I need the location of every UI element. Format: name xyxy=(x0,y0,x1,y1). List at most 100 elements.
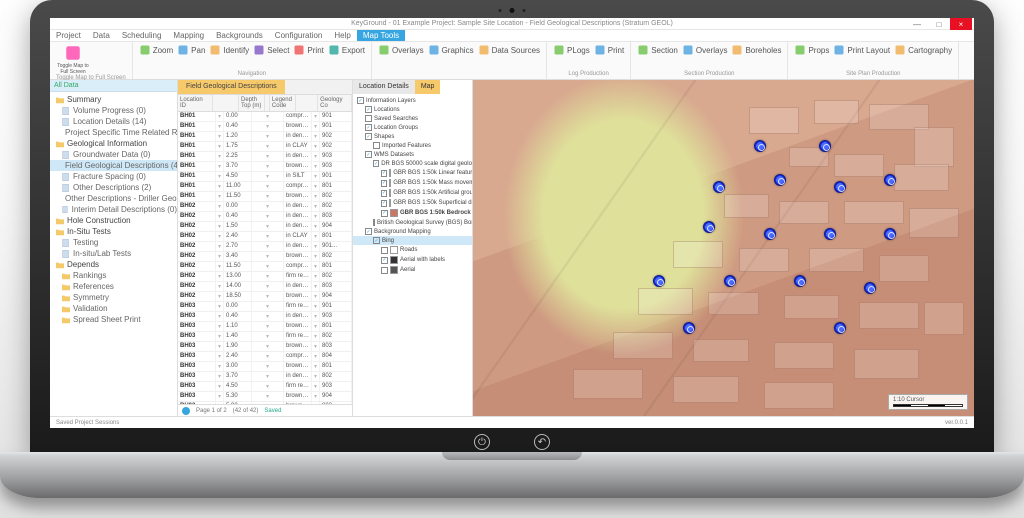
chevron-down-icon[interactable]: ▾ xyxy=(216,372,224,381)
layer-node[interactable]: Roads xyxy=(353,245,472,255)
tree-node[interactable]: Symmetry xyxy=(50,292,177,303)
chevron-down-icon[interactable]: ▾ xyxy=(216,302,224,311)
maximize-button[interactable]: □ xyxy=(928,18,950,30)
checkbox[interactable] xyxy=(381,247,388,254)
checkbox[interactable]: ✓ xyxy=(365,151,372,158)
table-row[interactable]: BH02▾2.70▾in dense CLAY▾901... xyxy=(178,242,352,252)
chevron-down-icon[interactable]: ▾ xyxy=(312,322,320,331)
table-row[interactable]: BH03▾3.70▾in dense CLAY▾802 xyxy=(178,372,352,382)
chevron-down-icon[interactable]: ▾ xyxy=(252,252,284,261)
chevron-down-icon[interactable]: ▾ xyxy=(252,302,284,311)
ribbon-button[interactable]: Overlays xyxy=(682,44,728,56)
chevron-down-icon[interactable]: ▾ xyxy=(216,332,224,341)
close-button[interactable]: × xyxy=(950,18,972,30)
tree-node[interactable]: Field Geological Descriptions (42) xyxy=(50,160,177,171)
chevron-down-icon[interactable]: ▾ xyxy=(216,342,224,351)
table-row[interactable]: BH03▾4.50▾firm red-brown▾903 xyxy=(178,382,352,392)
checkbox[interactable]: ✓ xyxy=(365,106,372,113)
chevron-down-icon[interactable]: ▾ xyxy=(312,292,320,301)
borehole-marker[interactable] xyxy=(754,140,766,152)
checkbox[interactable]: ✓ xyxy=(357,97,364,104)
checkbox[interactable]: ✓ xyxy=(365,124,372,131)
col-header[interactable]: Depth Top (m) xyxy=(239,95,265,111)
chevron-down-icon[interactable]: ▾ xyxy=(252,192,284,201)
table-row[interactable]: BH03▾0.40▾in dense CLAY▾903 xyxy=(178,312,352,322)
chevron-down-icon[interactable]: ▾ xyxy=(312,152,320,161)
ribbon-button[interactable]: Zoom xyxy=(139,44,173,56)
grid-tab[interactable]: Field Geological Descriptions xyxy=(178,80,285,94)
layer-node[interactable]: Saved Searches xyxy=(353,114,472,123)
layer-node[interactable]: Imported Features xyxy=(353,141,472,150)
chevron-down-icon[interactable]: ▾ xyxy=(216,392,224,401)
borehole-marker[interactable] xyxy=(834,322,846,334)
chevron-down-icon[interactable]: ▾ xyxy=(312,222,320,231)
chevron-down-icon[interactable]: ▾ xyxy=(216,182,224,191)
ribbon-button[interactable]: PLogs xyxy=(553,44,590,56)
ribbon-button[interactable]: Pan xyxy=(177,44,205,56)
table-row[interactable]: BH02▾0.00▾in dense CLAY/sand▾802 xyxy=(178,202,352,212)
table-row[interactable]: BH01▾1.20▾in dense CLAY▾902 xyxy=(178,132,352,142)
checkbox[interactable]: ✓ xyxy=(381,170,387,177)
chevron-down-icon[interactable]: ▾ xyxy=(216,272,224,281)
map-viewport[interactable]: 1:10 Cursor xyxy=(473,80,974,416)
chevron-down-icon[interactable]: ▾ xyxy=(252,222,284,231)
layer-node[interactable]: Aerial xyxy=(353,265,472,275)
layer-node[interactable]: ✓DR BGS 50000 scale digital geology xyxy=(353,159,472,168)
chevron-down-icon[interactable]: ▾ xyxy=(216,172,224,181)
tree-node[interactable]: Geological Information xyxy=(50,138,177,149)
checkbox[interactable]: ✓ xyxy=(381,210,388,217)
table-row[interactable]: BH02▾2.40▾in CLAY▾801 xyxy=(178,232,352,242)
layer-node[interactable]: ✓GBR BGS 1:50k Linear features xyxy=(353,168,472,178)
chevron-down-icon[interactable]: ▾ xyxy=(312,352,320,361)
layer-node[interactable]: ✓Location Groups xyxy=(353,123,472,132)
chevron-down-icon[interactable]: ▾ xyxy=(252,232,284,241)
chevron-down-icon[interactable]: ▾ xyxy=(252,292,284,301)
chevron-down-icon[interactable]: ▾ xyxy=(216,142,224,151)
tree-node[interactable]: Location Details (14) xyxy=(50,116,177,127)
tree-node[interactable]: Summary xyxy=(50,94,177,105)
layer-node[interactable]: ✓Shapes xyxy=(353,132,472,141)
ribbon-button[interactable]: Graphics xyxy=(428,44,474,56)
chevron-down-icon[interactable]: ▾ xyxy=(216,202,224,211)
chevron-down-icon[interactable]: ▾ xyxy=(216,222,224,231)
chevron-down-icon[interactable]: ▾ xyxy=(216,352,224,361)
chevron-down-icon[interactable]: ▾ xyxy=(252,242,284,251)
col-header[interactable] xyxy=(213,95,239,111)
chevron-down-icon[interactable]: ▾ xyxy=(252,342,284,351)
ribbon-button[interactable]: Boreholes xyxy=(731,44,781,56)
layer-node[interactable]: ✓GBR BGS 1:50k Artificial ground xyxy=(353,188,472,198)
chevron-down-icon[interactable]: ▾ xyxy=(252,392,284,401)
table-row[interactable]: BH01▾4.50▾in SILT▾901 xyxy=(178,172,352,182)
chevron-down-icon[interactable]: ▾ xyxy=(312,252,320,261)
table-row[interactable]: BH02▾11.50▾comprising plastics...▾801 xyxy=(178,262,352,272)
chevron-down-icon[interactable]: ▾ xyxy=(312,122,320,131)
ribbon-button[interactable]: Overlays xyxy=(378,44,424,56)
tree-node[interactable]: In-Situ Tests xyxy=(50,226,177,237)
chevron-down-icon[interactable]: ▾ xyxy=(252,262,284,271)
chevron-down-icon[interactable]: ▾ xyxy=(252,352,284,361)
chevron-down-icon[interactable]: ▾ xyxy=(312,142,320,151)
table-row[interactable]: BH03▾1.10▾brown CLAY▾801 xyxy=(178,322,352,332)
layer-node[interactable]: British Geological Survey (BGS) Borehole… xyxy=(353,218,472,227)
table-row[interactable]: BH01▾2.25▾in dense CLAY▾903 xyxy=(178,152,352,162)
chevron-down-icon[interactable]: ▾ xyxy=(252,332,284,341)
layer-node[interactable]: ✓GBR BGS 1:50k Mass movement xyxy=(353,178,472,188)
tree-node[interactable]: Testing xyxy=(50,237,177,248)
menu-item[interactable]: Data xyxy=(87,30,116,41)
layer-node[interactable]: ✓Aerial with labels xyxy=(353,255,472,265)
chevron-down-icon[interactable]: ▾ xyxy=(312,382,320,391)
checkbox[interactable]: ✓ xyxy=(381,190,387,197)
borehole-marker[interactable] xyxy=(884,174,896,186)
chevron-down-icon[interactable]: ▾ xyxy=(312,202,320,211)
tree-node[interactable]: Fracture Spacing (0) xyxy=(50,171,177,182)
table-row[interactable]: BH01▾1.75▾in CLAY▾902 xyxy=(178,142,352,152)
layer-node[interactable]: ✓Locations xyxy=(353,105,472,114)
layer-node[interactable]: ✓Background Mapping xyxy=(353,227,472,236)
chevron-down-icon[interactable]: ▾ xyxy=(312,262,320,271)
chevron-down-icon[interactable]: ▾ xyxy=(216,232,224,241)
chevron-down-icon[interactable]: ▾ xyxy=(252,362,284,371)
checkbox[interactable] xyxy=(381,267,388,274)
table-row[interactable]: BH02▾3.40▾brown silty SAND wit...▾802 xyxy=(178,252,352,262)
table-row[interactable]: BH01▾11.00▾comprising plastics...▾801 xyxy=(178,182,352,192)
ribbon-button[interactable]: Toggle Map to Full Screen xyxy=(56,44,90,75)
